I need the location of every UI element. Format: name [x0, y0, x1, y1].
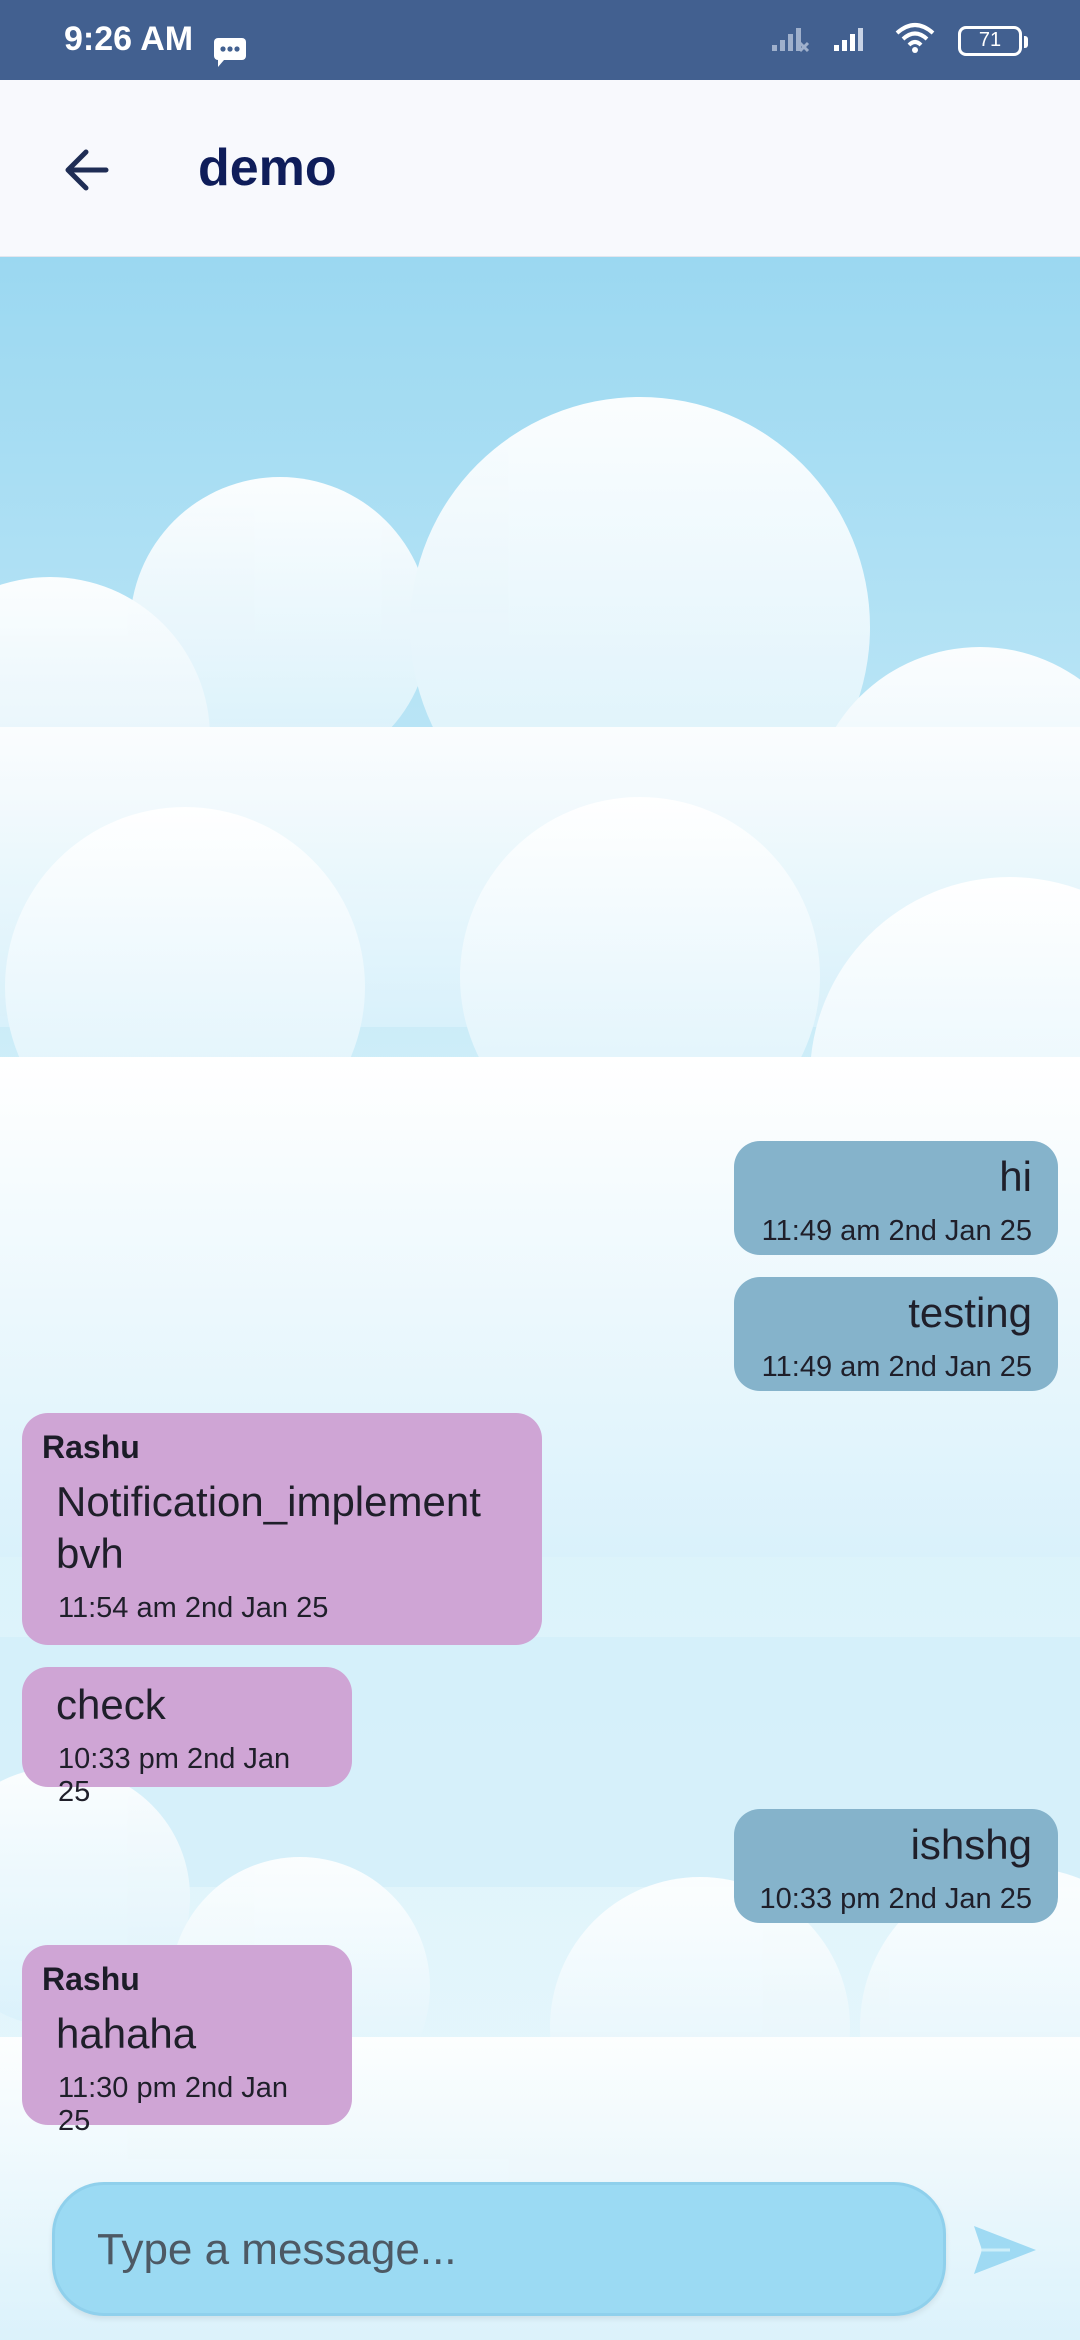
message-bubble-incoming[interactable]: check 10:33 pm 2nd Jan 25: [22, 1667, 352, 1808]
message-bubble-outgoing[interactable]: hi 11:49 am 2nd Jan 25: [734, 1141, 1058, 1255]
wifi-icon: [894, 22, 936, 59]
message-text: Notification_implement bvh: [56, 1478, 481, 1577]
battery-icon: 71: [958, 25, 1028, 56]
message-bubble-outgoing[interactable]: ishshg 10:33 pm 2nd Jan 25: [734, 1809, 1058, 1923]
battery-level: 71: [978, 29, 1002, 51]
message-bubble-incoming[interactable]: Rashu Notification_implement bvh 11:54 a…: [22, 1413, 542, 1645]
arrow-left-icon: [65, 149, 109, 191]
message-bubble-outgoing[interactable]: testing 11:49 am 2nd Jan 25: [734, 1277, 1058, 1391]
message-timestamp: 11:30 pm 2nd Jan 25: [58, 2072, 289, 2137]
message-composer: [52, 2182, 946, 2316]
signal-icon: [832, 23, 872, 58]
message-icon: [212, 36, 248, 73]
message-timestamp: 11:49 am 2nd Jan 25: [761, 1215, 1032, 1247]
send-button[interactable]: [970, 2220, 1040, 2280]
message-text: testing: [908, 1289, 1032, 1336]
message-text: ishshg: [910, 1821, 1032, 1868]
message-timestamp: 10:33 pm 2nd Jan 25: [759, 1883, 1032, 1915]
message-text: hi: [999, 1153, 1032, 1200]
message-input[interactable]: [95, 2185, 899, 2315]
status-time: 9:26 AM: [64, 20, 194, 58]
status-bar: 9:26 AM 71: [0, 0, 1080, 80]
message-text: hahaha: [56, 2010, 197, 2057]
message-timestamp: 11:49 am 2nd Jan 25: [761, 1351, 1032, 1383]
app-bar: demo: [0, 80, 1080, 257]
sender-name: Rashu: [42, 1961, 140, 1997]
back-button[interactable]: [56, 138, 120, 202]
sender-name: Rashu: [42, 1429, 140, 1465]
signal-off-icon: [770, 23, 810, 58]
message-timestamp: 10:33 pm 2nd Jan 25: [58, 1743, 291, 1808]
message-bubble-incoming[interactable]: Rashu hahaha 11:30 pm 2nd Jan 25: [22, 1945, 352, 2137]
chat-area[interactable]: hi 11:49 am 2nd Jan 25 testing 11:49 am …: [0, 257, 1080, 2340]
message-text: check: [56, 1681, 166, 1728]
chat-title: demo: [198, 139, 337, 197]
send-icon: [974, 2226, 1036, 2274]
message-timestamp: 11:54 am 2nd Jan 25: [58, 1592, 329, 1624]
